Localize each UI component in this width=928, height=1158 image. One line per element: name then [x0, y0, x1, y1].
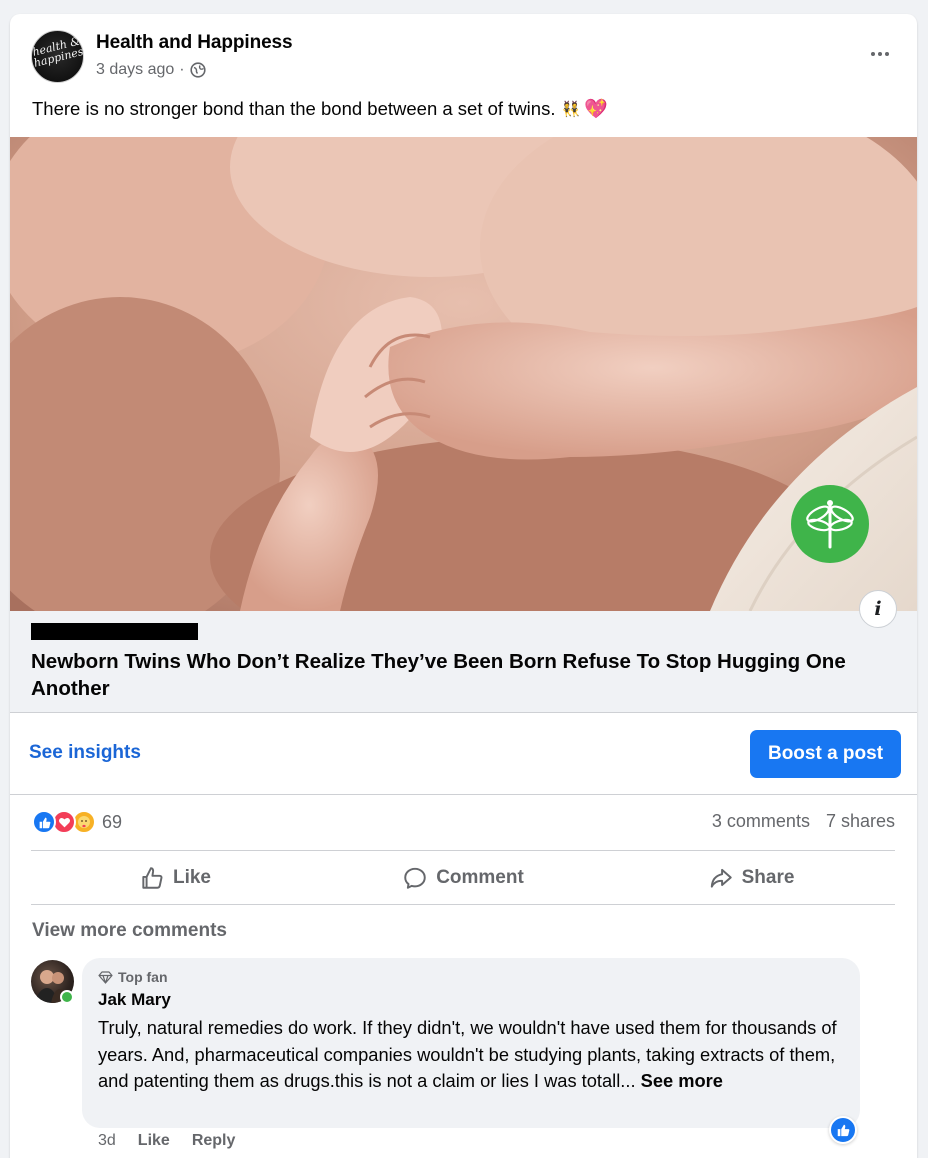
diamond-icon [98, 970, 113, 984]
comment-bubble: Top fan Jak Mary Truly, natural remedies… [82, 958, 860, 1128]
comment-author[interactable]: Jak Mary [98, 990, 171, 1010]
post-time[interactable]: 3 days ago [96, 61, 174, 79]
view-more-comments-link[interactable]: View more comments [32, 920, 227, 942]
post-image[interactable] [10, 137, 917, 611]
comment-age[interactable]: 3d [98, 1132, 116, 1150]
divider [31, 850, 895, 851]
meta-separator: · [179, 61, 185, 78]
thumbs-up-icon [142, 867, 163, 889]
share-arrow-icon [710, 868, 732, 888]
post-header: health & happiness Health and Happiness … [10, 14, 917, 94]
page-avatar[interactable]: health & happiness [31, 30, 84, 83]
see-more-link[interactable]: See more [641, 1070, 723, 1091]
top-fan-badge: Top fan [98, 969, 168, 985]
reactions-count: 69 [102, 811, 123, 832]
comments-count[interactable]: 3 comments [712, 811, 810, 832]
post-meta: 3 days ago · [96, 61, 206, 79]
page-name[interactable]: Health and Happiness [96, 32, 293, 54]
reactions-summary[interactable]: 69 [32, 810, 122, 834]
engagement-counts: 3 comments 7 shares [712, 811, 895, 832]
sparkling-heart-emoji-icon: 💖 [584, 99, 608, 120]
more-options-icon[interactable] [865, 44, 895, 64]
speech-bubble-icon [404, 867, 426, 889]
info-icon[interactable]: i [859, 590, 897, 628]
comment-button[interactable]: Comment [319, 852, 607, 904]
like-label: Like [172, 867, 212, 888]
active-status-badge [60, 990, 74, 1004]
top-fan-label: Top fan [118, 969, 168, 985]
globe-icon[interactable] [190, 62, 206, 78]
comment-actions: 3d Like Reply [98, 1132, 235, 1150]
comment-body: Truly, natural remedies do work. If they… [98, 1017, 837, 1091]
link-preview[interactable]: Newborn Twins Who Don’t Realize They’ve … [10, 611, 917, 713]
like-reaction-icon [32, 810, 56, 834]
comment-like-button[interactable]: Like [138, 1132, 170, 1150]
like-button[interactable]: Like [31, 852, 319, 904]
link-title[interactable]: Newborn Twins Who Don’t Realize They’ve … [31, 648, 891, 702]
post-card: health & happiness Health and Happiness … [10, 14, 917, 1158]
comment-like-reaction-icon[interactable] [829, 1116, 857, 1144]
avatar-logo-text: health & happiness [31, 34, 84, 70]
see-insights-link[interactable]: See insights [29, 742, 141, 764]
dragonfly-logo-icon[interactable] [791, 485, 869, 563]
caption-text: There is no stronger bond than the bond … [32, 98, 556, 119]
post-actions: Like Comment Share [31, 852, 895, 904]
share-label: Share [741, 867, 795, 888]
shares-count[interactable]: 7 shares [826, 811, 895, 832]
share-button[interactable]: Share [607, 852, 895, 904]
divider [10, 794, 917, 795]
divider [31, 904, 895, 905]
comment-reply-button[interactable]: Reply [192, 1132, 236, 1150]
comment-text: Truly, natural remedies do work. If they… [98, 1015, 848, 1095]
post-caption: There is no stronger bond than the bond … [32, 97, 608, 121]
comment-label: Comment [436, 867, 524, 888]
twins-emoji-icon: 👯 [561, 101, 580, 118]
redacted-domain [31, 623, 198, 640]
boost-post-button[interactable]: Boost a post [750, 730, 901, 778]
baby-hands-photo [10, 137, 917, 611]
